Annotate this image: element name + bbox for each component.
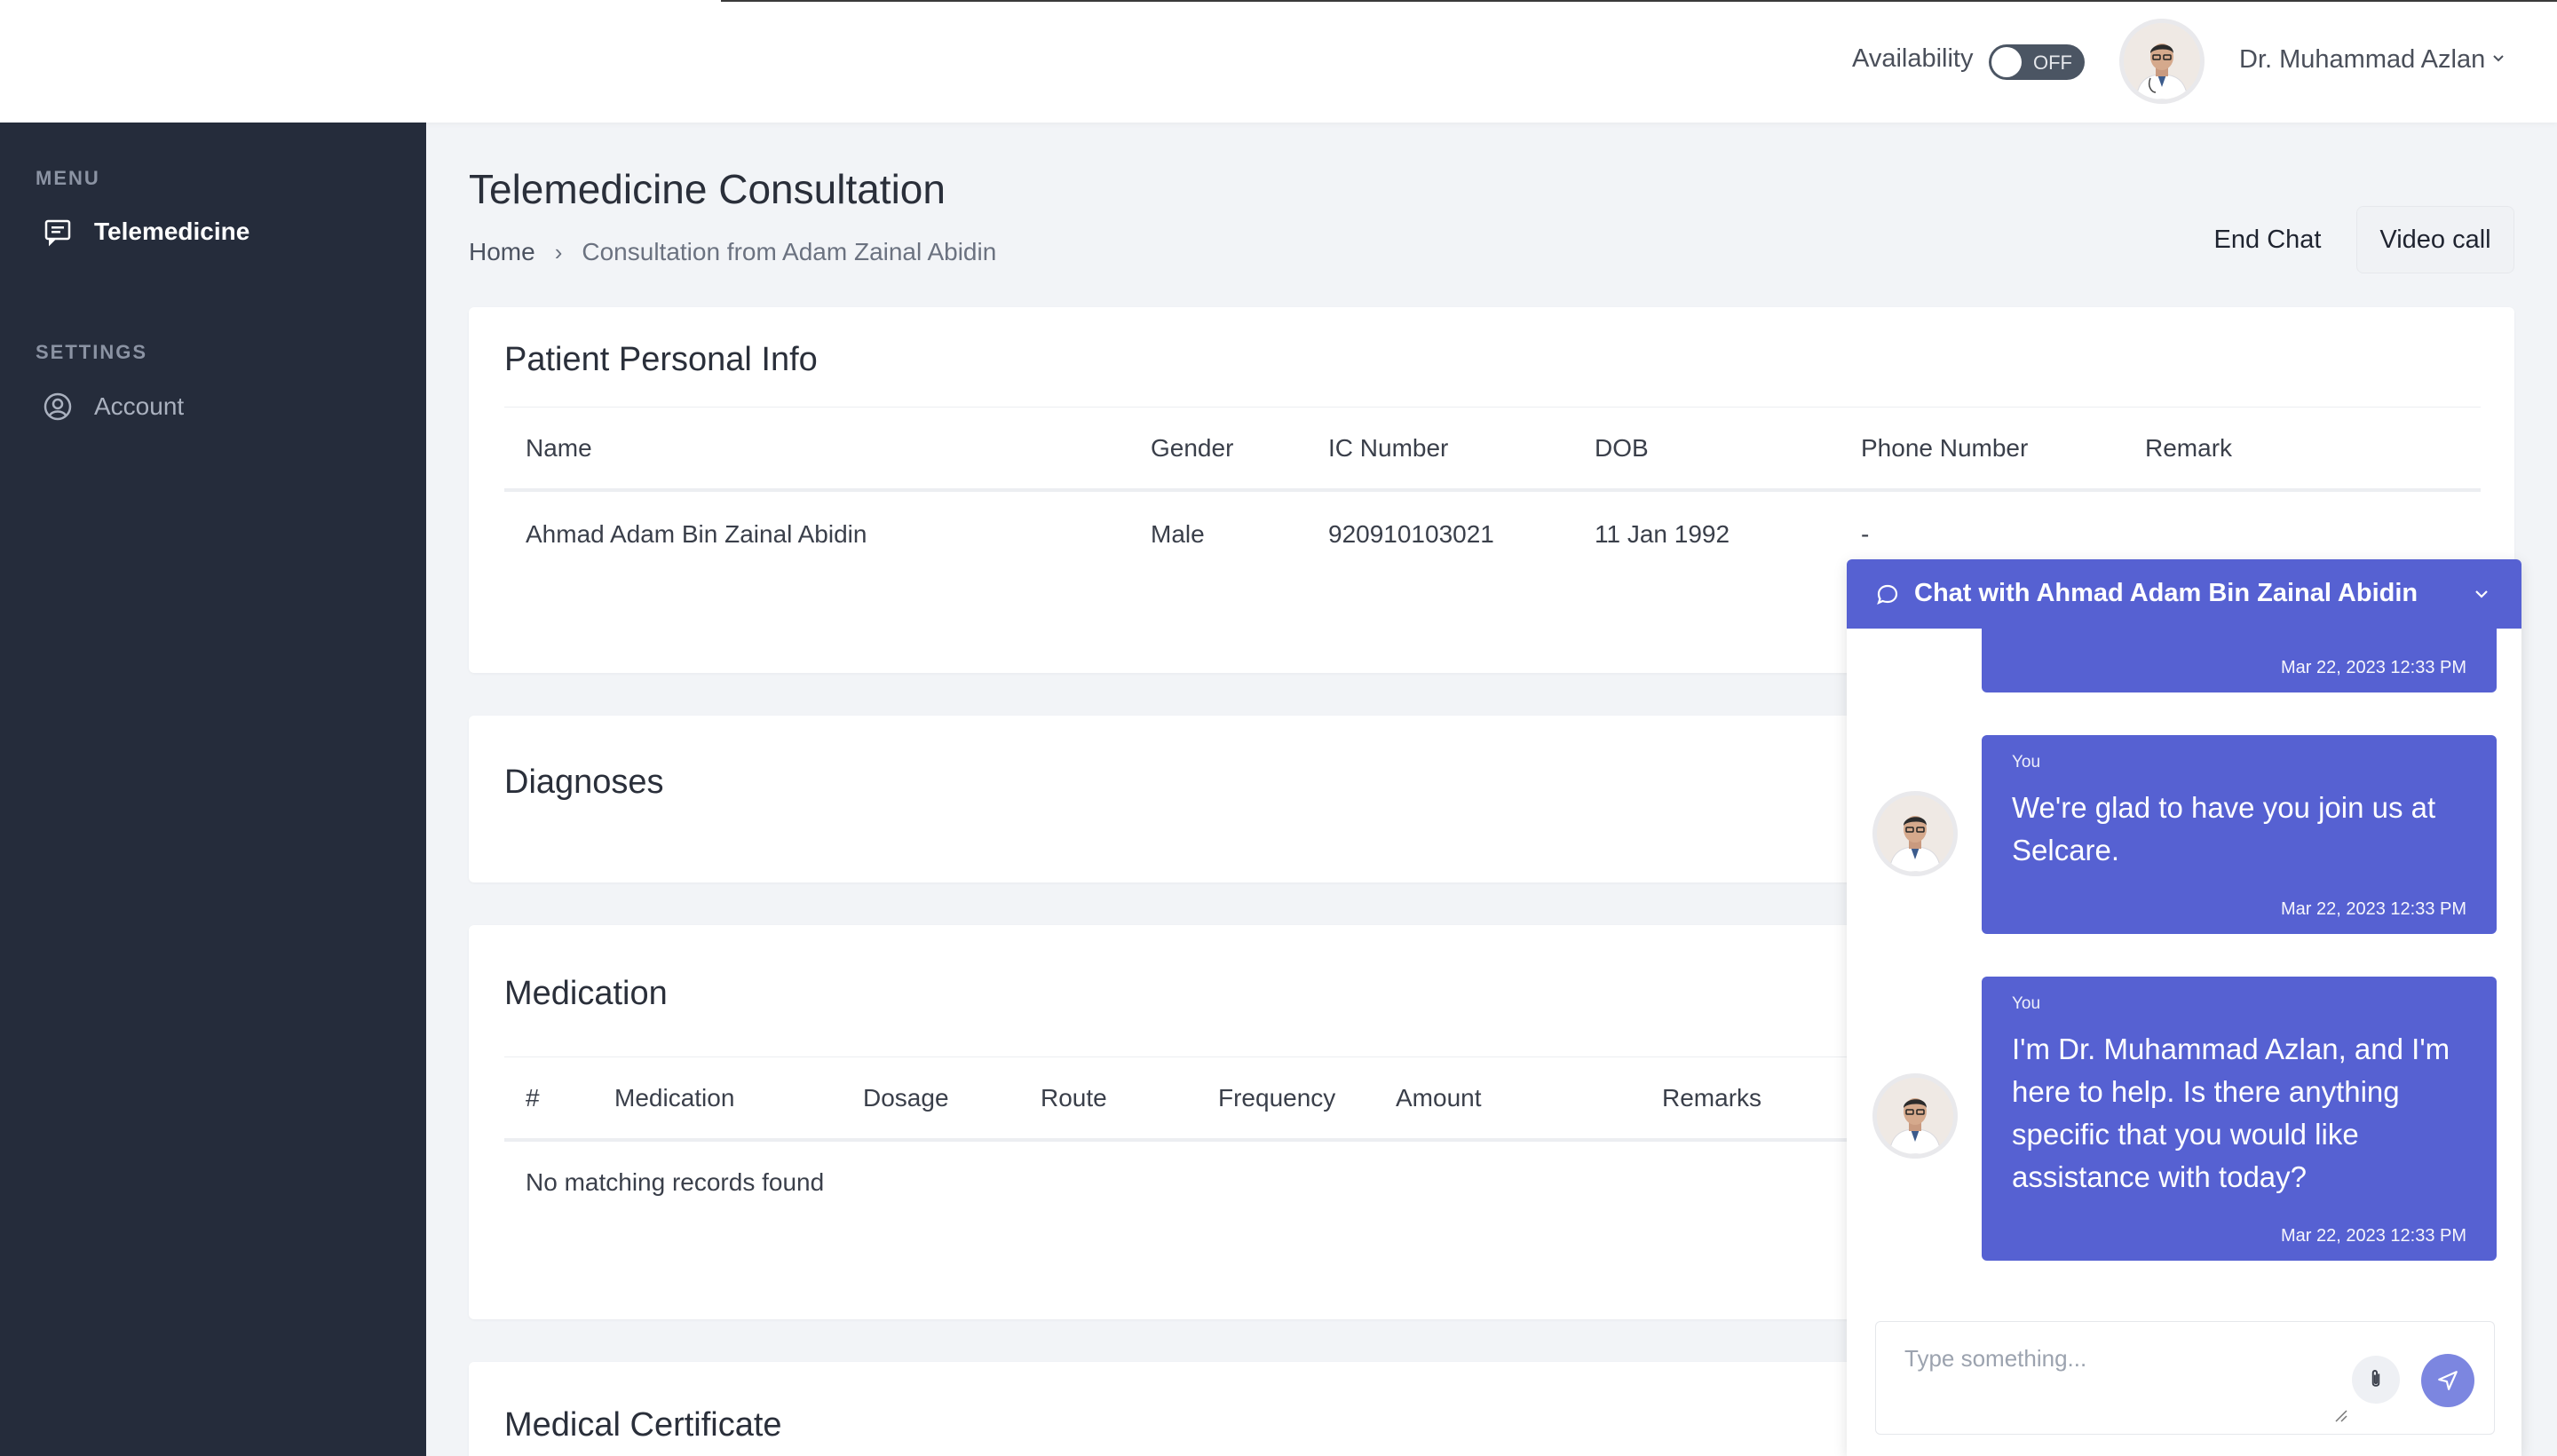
user-circle-icon [44, 392, 72, 421]
breadcrumb-separator: › [554, 238, 563, 265]
patient-dob: 11 Jan 1992 [1595, 520, 1730, 548]
message-sender: You [2012, 994, 2041, 1013]
column-header: DOB [1595, 434, 1649, 462]
resize-handle-icon[interactable] [2332, 1407, 2348, 1423]
sidebar: MENU Telemedicine SETTINGS Account [0, 123, 426, 1456]
card-title: Medical Certificate [504, 1406, 782, 1444]
doctor-avatar-icon [2124, 23, 2200, 99]
breadcrumb: Home › Consultation from Adam Zainal Abi… [469, 238, 996, 266]
chat-message: You We're glad to have you join us at Se… [1982, 735, 2497, 934]
column-header: Remark [2145, 434, 2233, 462]
empty-message: No matching records found [526, 1168, 825, 1196]
breadcrumb-current: Consultation from Adam Zainal Abidin [582, 238, 997, 265]
column-header: Gender [1151, 434, 1234, 462]
sidebar-item-account[interactable]: Account [43, 392, 184, 422]
avatar [1877, 1078, 1953, 1154]
page-title: Telemedicine Consultation [469, 166, 946, 212]
chat-input-placeholder: Type something... [1904, 1345, 2087, 1372]
send-button[interactable] [2421, 1354, 2474, 1407]
patient-name: Ahmad Adam Bin Zainal Abidin [526, 520, 867, 548]
column-header: IC Number [1328, 434, 1449, 462]
avatar[interactable] [2124, 23, 2200, 99]
doctor-avatar-icon [1877, 1078, 1953, 1154]
message-time: Mar 22, 2023 12:33 PM [2280, 899, 2466, 919]
chat-bubble-icon [1877, 584, 1898, 605]
sidebar-item-telemedicine[interactable]: Telemedicine [43, 217, 249, 247]
message-text: I'm Dr. Muhammad Azlan, and I'm here to … [2012, 1033, 2450, 1193]
sidebar-item-label: Telemedicine [94, 218, 250, 245]
top-bar: Availability OFF Dr. Muhammad Azlan [0, 0, 2557, 123]
end-chat-button[interactable]: End Chat [2191, 208, 2344, 272]
toggle-knob [1991, 47, 2022, 77]
chat-message: You I'm Dr. Muhammad Azlan, and I'm here… [1982, 977, 2497, 1261]
top-progress-line [721, 0, 2557, 2]
column-header: Remarks [1662, 1084, 1762, 1112]
column-header: Dosage [863, 1084, 949, 1112]
user-name[interactable]: Dr. Muhammad Azlan [2239, 45, 2485, 75]
message-sender: You [2012, 753, 2041, 772]
sidebar-item-label: Account [94, 392, 185, 420]
chat-icon [44, 219, 71, 247]
patient-gender: Male [1151, 520, 1205, 548]
video-call-button[interactable]: Video call [2356, 206, 2514, 273]
breadcrumb-home[interactable]: Home [469, 238, 535, 266]
column-header: Name [526, 434, 592, 462]
table-header: Name Gender IC Number DOB Phone Number R… [504, 407, 2481, 492]
message-text: We're glad to have you join us at Selcar… [2012, 791, 2436, 866]
column-header: Medication [614, 1084, 735, 1112]
column-header: Frequency [1218, 1084, 1336, 1112]
patient-ic: 920910103021 [1328, 520, 1494, 548]
attach-button[interactable] [2352, 1356, 2400, 1404]
card-title: Patient Personal Info [504, 341, 818, 378]
doctor-avatar-icon [1877, 795, 1953, 872]
column-header: # [526, 1084, 540, 1112]
chat-title: Chat with Ahmad Adam Bin Zainal Abidin [1914, 579, 2418, 607]
availability-label: Availability [1852, 44, 1974, 73]
paperclip-icon [2371, 1370, 2380, 1387]
avatar [1877, 795, 1953, 872]
card-title: Medication [504, 975, 668, 1012]
chat-header[interactable]: Chat with Ahmad Adam Bin Zainal Abidin [1847, 559, 2521, 629]
chevron-down-icon[interactable] [2472, 584, 2491, 604]
chevron-down-icon[interactable] [2490, 50, 2507, 67]
patient-phone: - [1861, 520, 1870, 548]
message-time: Mar 22, 2023 12:33 PM [2280, 1226, 2466, 1246]
column-header: Route [1041, 1084, 1107, 1112]
availability-toggle[interactable]: OFF [1989, 44, 2085, 80]
settings-heading: SETTINGS [36, 341, 148, 363]
chat-panel: Mar 22, 2023 12:33 PM You We're glad to … [1847, 559, 2521, 1456]
column-header: Amount [1396, 1084, 1482, 1112]
message-time: Mar 22, 2023 12:33 PM [2280, 658, 2466, 677]
send-icon [2438, 1371, 2458, 1390]
chat-input[interactable]: Type something... [1875, 1321, 2495, 1435]
menu-heading: MENU [36, 167, 100, 189]
toggle-state: OFF [2033, 51, 2072, 74]
column-header: Phone Number [1861, 434, 2029, 462]
card-title: Diagnoses [504, 764, 664, 801]
